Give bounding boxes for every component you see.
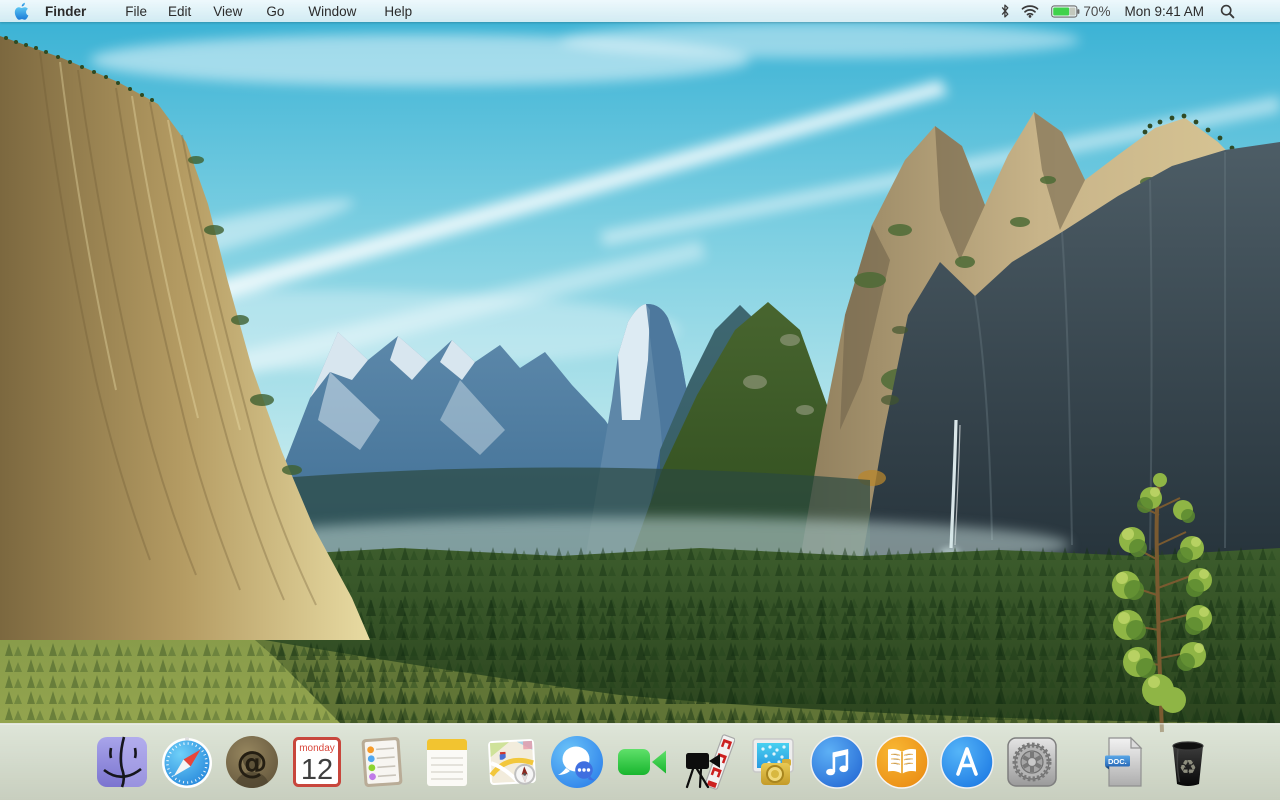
- dock-icon-trash[interactable]: ♻: [1160, 734, 1216, 790]
- menu-window[interactable]: Window: [308, 4, 356, 19]
- wallpaper-yosemite-valley: [0, 0, 1280, 800]
- battery-icon: [1051, 5, 1080, 18]
- dock-icon-movies[interactable]: [679, 734, 735, 790]
- maps-compass-icon: [484, 734, 540, 790]
- video-camera-icon: [614, 734, 670, 790]
- speech-bubbles-icon: [549, 734, 605, 790]
- desktop[interactable]: Finder File Edit View Go Window Help: [0, 0, 1280, 800]
- music-note-icon: [809, 734, 865, 790]
- dock-icon-reminders[interactable]: [354, 734, 410, 790]
- svg-text:♻: ♻: [1179, 755, 1197, 779]
- wifi-icon[interactable]: [1021, 4, 1039, 18]
- reminders-list-icon: [354, 734, 410, 790]
- open-book-icon: [874, 734, 930, 790]
- dock-icon-messages[interactable]: [549, 734, 605, 790]
- dock-icon-itunes[interactable]: [809, 734, 865, 790]
- dock-icon-calendar[interactable]: monday 12: [289, 734, 345, 790]
- dock-icon-documents[interactable]: DOC.: [1095, 734, 1151, 790]
- battery-status[interactable]: 70%: [1051, 4, 1110, 19]
- apple-icon: [13, 2, 29, 21]
- battery-percentage: 70%: [1083, 4, 1110, 19]
- dock-icon-app-store[interactable]: [939, 734, 995, 790]
- calendar-icon: monday 12: [289, 734, 345, 790]
- dock-icon-safari[interactable]: [159, 734, 215, 790]
- menu-bar-clock[interactable]: Mon 9:41 AM: [1124, 4, 1204, 19]
- menu-bar: Finder File Edit View Go Window Help: [0, 0, 1280, 22]
- dock-icon-photos[interactable]: [744, 734, 800, 790]
- safari-compass-icon: [159, 734, 215, 790]
- menu-file[interactable]: File: [125, 4, 147, 19]
- dock-icon-finder[interactable]: [94, 734, 150, 790]
- menu-edit[interactable]: Edit: [168, 4, 191, 19]
- calendar-weekday: monday: [299, 743, 335, 754]
- gear-icon: [1004, 734, 1060, 790]
- bluetooth-icon[interactable]: [1000, 3, 1010, 19]
- dock-icon-facetime[interactable]: [614, 734, 670, 790]
- at-sign-icon: @: [224, 734, 280, 790]
- calendar-day: 12: [301, 754, 333, 786]
- dock-icon-notes[interactable]: [419, 734, 475, 790]
- svg-text:@: @: [237, 745, 268, 781]
- menu-go[interactable]: Go: [266, 4, 284, 19]
- dock-icon-maps[interactable]: [484, 734, 540, 790]
- photo-camera-icon: [744, 734, 800, 790]
- finder-face-icon: [94, 734, 150, 790]
- apple-menu[interactable]: [13, 2, 29, 21]
- menu-help[interactable]: Help: [384, 4, 412, 19]
- doc-badge-label: DOC.: [1108, 757, 1127, 766]
- app-store-a-icon: [939, 734, 995, 790]
- dock-icon-system-preferences[interactable]: [1004, 734, 1060, 790]
- spotlight-search-icon[interactable]: [1220, 4, 1235, 19]
- menu-view[interactable]: View: [213, 4, 242, 19]
- menu-bar-left: Finder File Edit View Go Window Help: [0, 2, 412, 21]
- notes-icon: [419, 734, 475, 790]
- dock-icon-mail[interactable]: @: [224, 734, 280, 790]
- dock: @ monday 12: [0, 723, 1280, 800]
- doc-file-icon: DOC.: [1095, 734, 1151, 790]
- dock-icon-ibooks[interactable]: [874, 734, 930, 790]
- film-camera-icon: [679, 734, 735, 790]
- app-menu-finder[interactable]: Finder: [45, 4, 86, 19]
- trash-recycle-icon: ♻: [1160, 734, 1216, 790]
- menu-bar-status: 70% Mon 9:41 AM: [1000, 3, 1280, 19]
